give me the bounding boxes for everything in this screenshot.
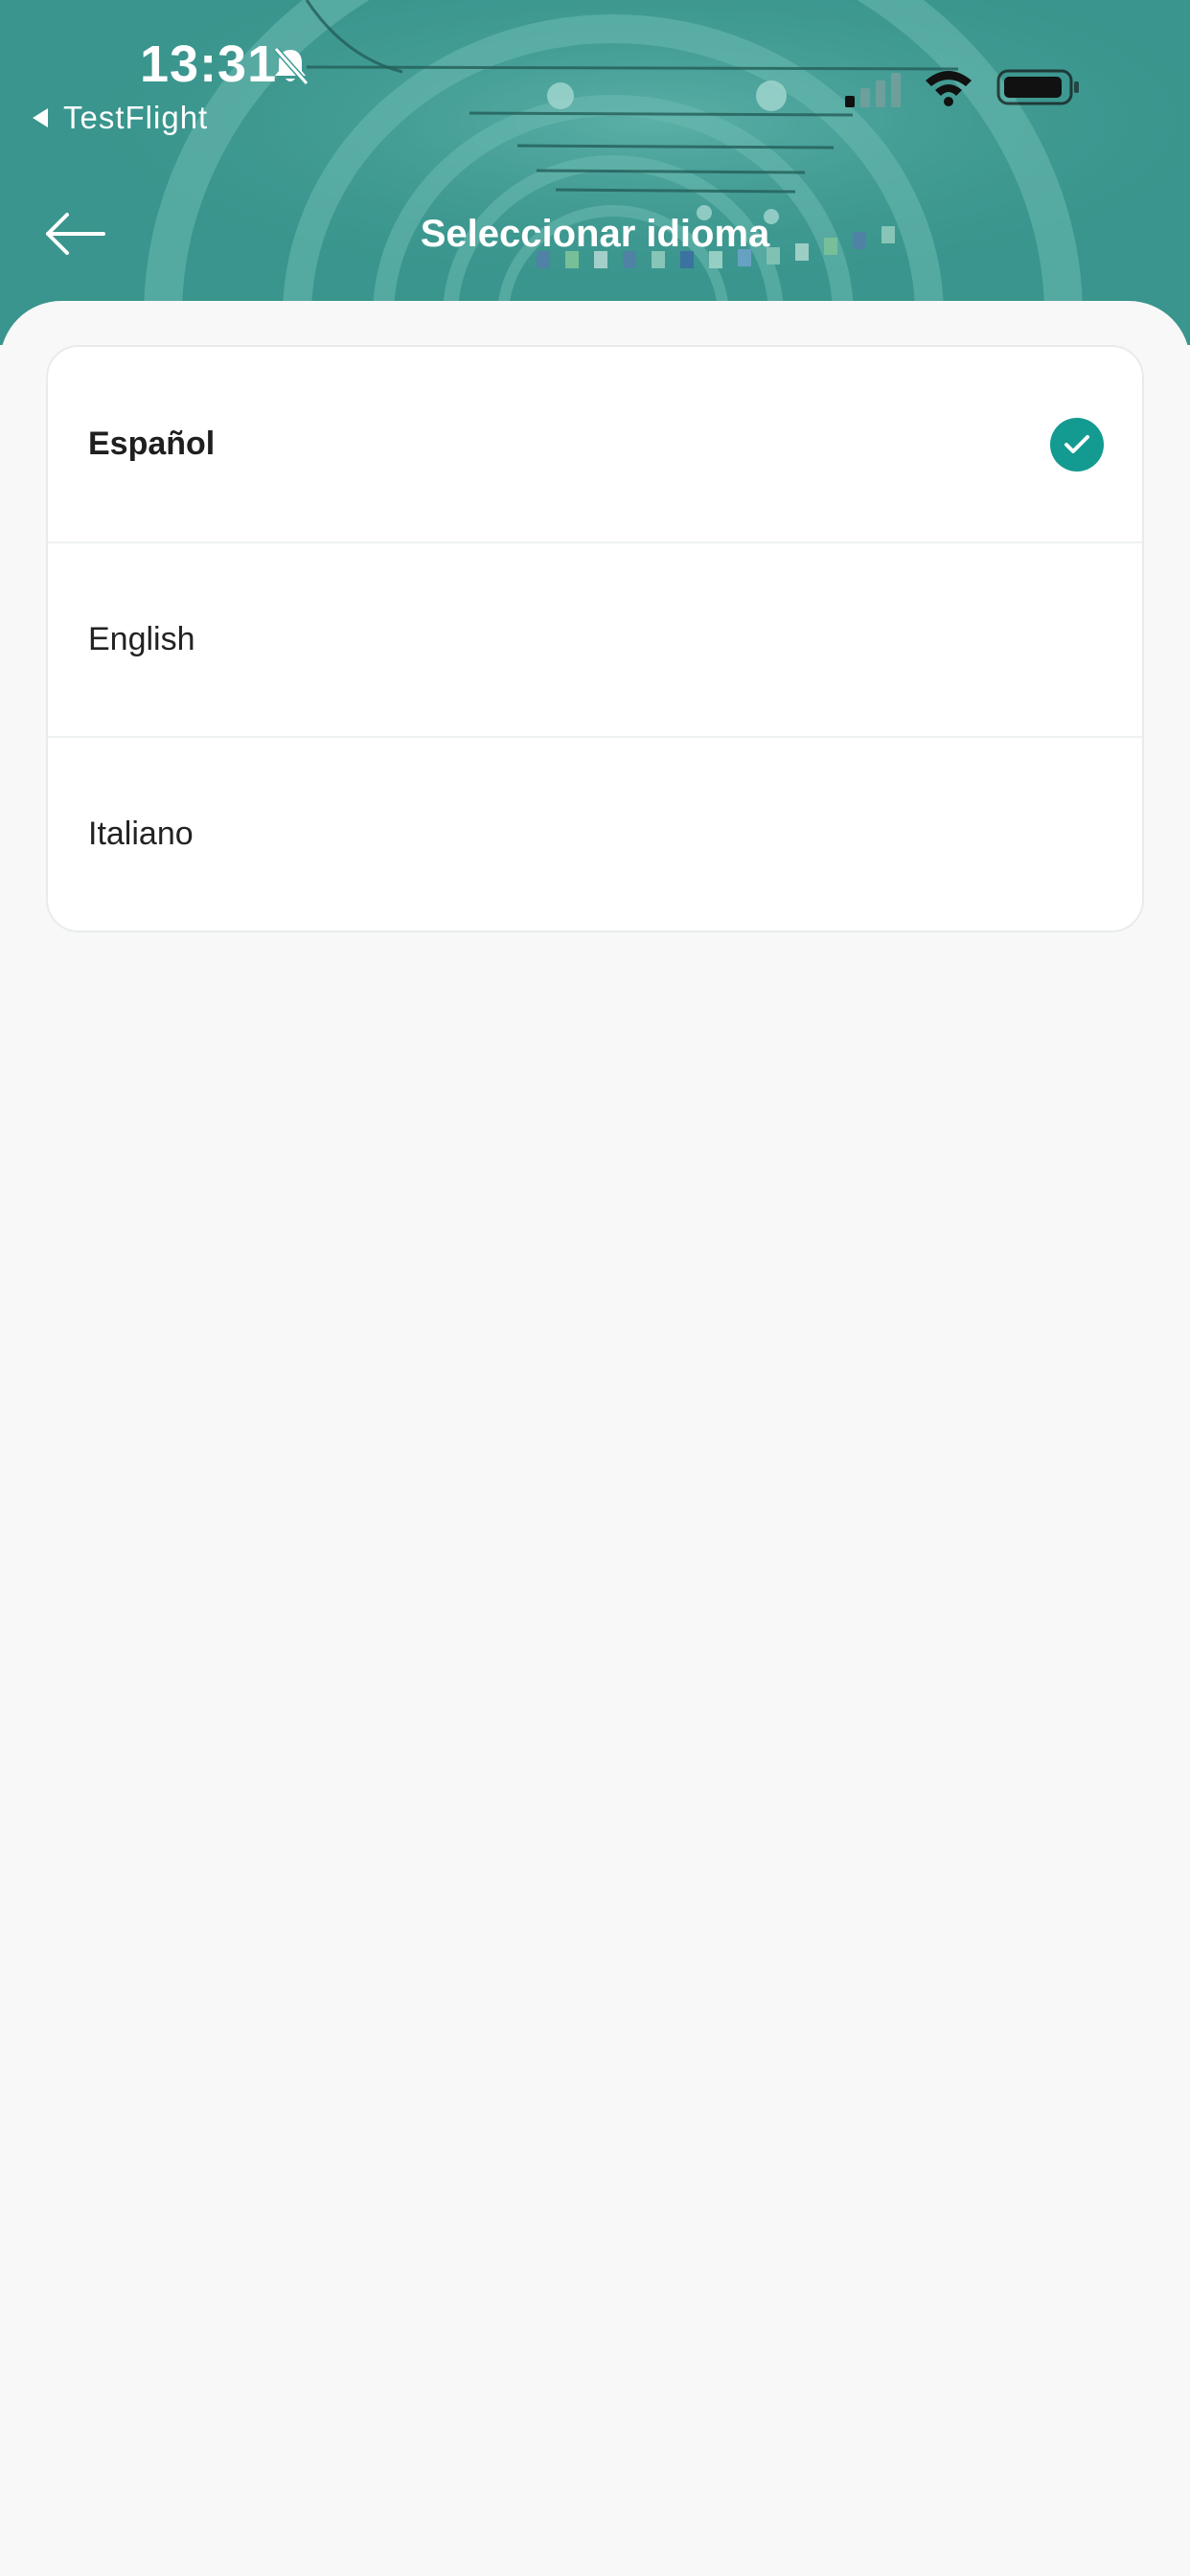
language-label: English [88, 621, 195, 657]
language-option-english[interactable]: English [48, 541, 1142, 736]
cellular-signal-icon [845, 73, 901, 107]
back-triangle-icon [33, 108, 48, 127]
language-list: Español English Italiano [46, 345, 1144, 932]
check-icon [1050, 418, 1104, 472]
language-option-espanol[interactable]: Español [48, 347, 1142, 541]
language-label: Italiano [88, 816, 194, 852]
content-sheet: Español English Italiano [0, 301, 1190, 2576]
back-to-testflight[interactable]: TestFlight [33, 100, 208, 136]
wifi-icon [926, 71, 972, 106]
back-app-label: TestFlight [63, 100, 209, 135]
language-option-italiano[interactable]: Italiano [48, 736, 1142, 931]
status-time: 13:31 [140, 35, 278, 93]
battery-icon [996, 69, 1079, 105]
page-title: Seleccionar idioma [420, 213, 770, 255]
language-label: Español [88, 426, 216, 462]
screen: 13:31 TestFlight Seleccionar idioma Espa… [0, 0, 1190, 2576]
bell-slash-icon [273, 47, 309, 85]
